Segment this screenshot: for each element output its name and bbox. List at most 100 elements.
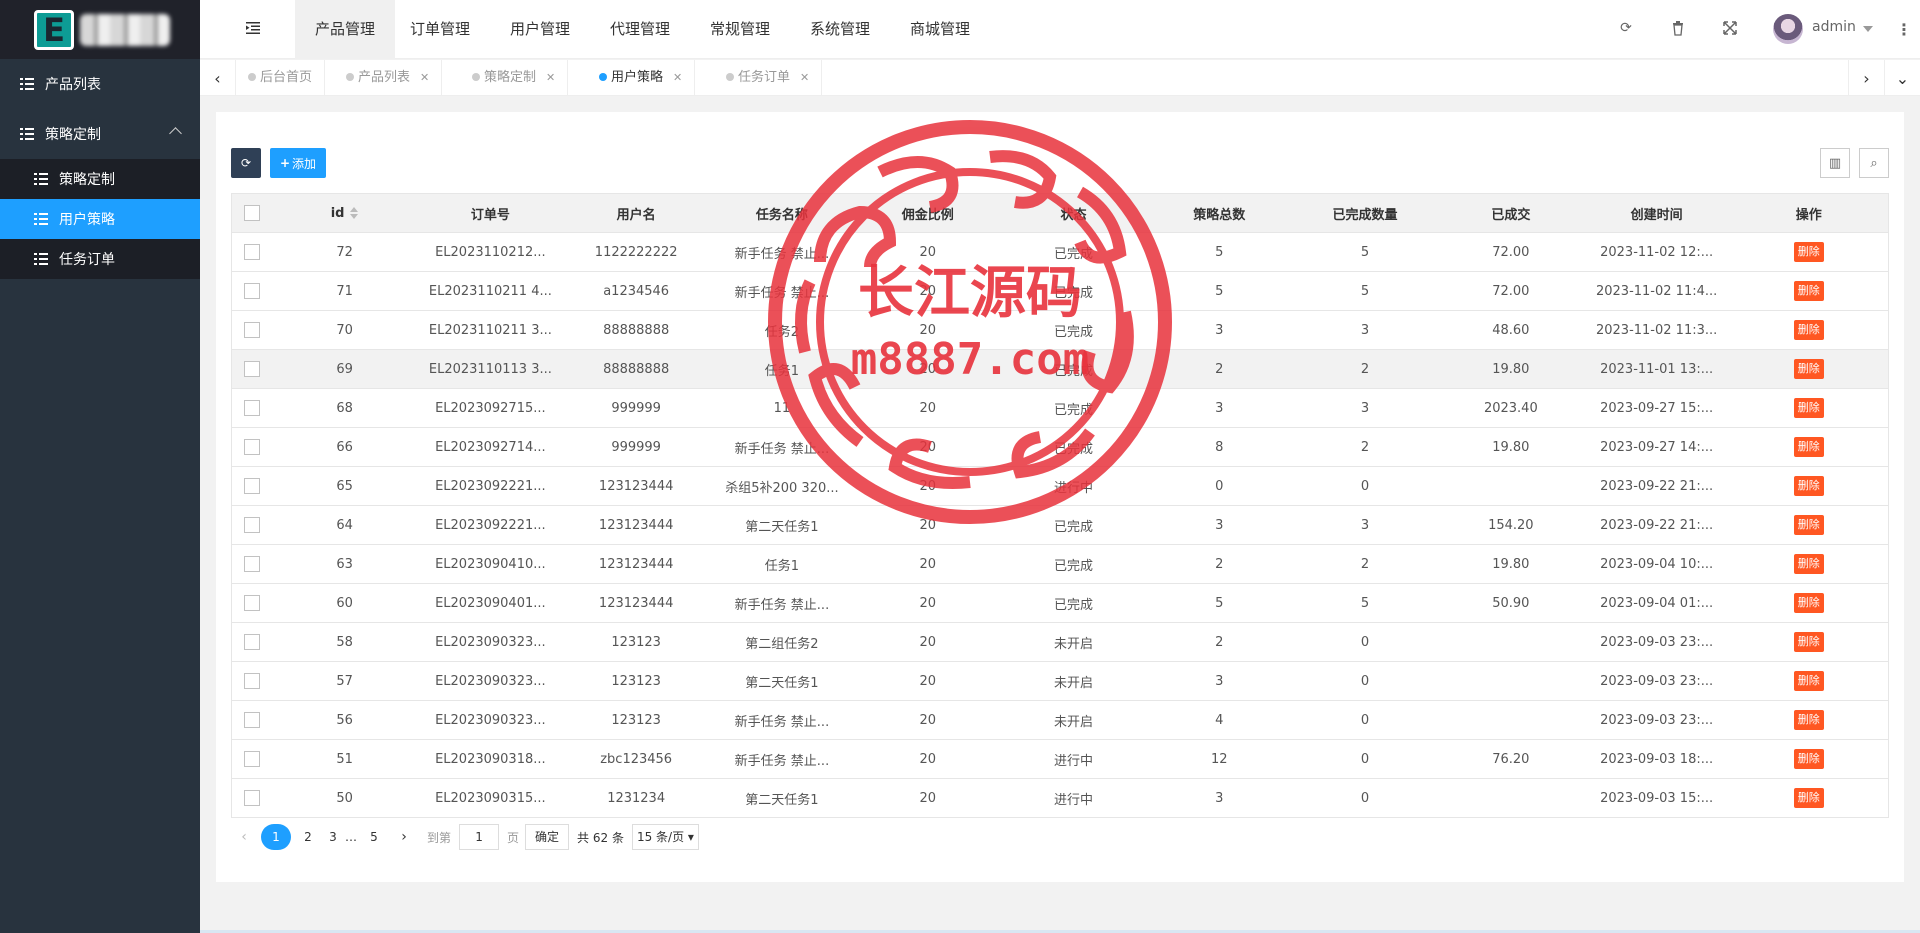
tab-home[interactable]: 后台首页	[236, 60, 326, 96]
select-all-checkbox[interactable]	[243, 205, 260, 221]
row-checkbox[interactable]	[243, 322, 260, 338]
top-menu-users[interactable]: 用户管理	[490, 0, 590, 59]
more-vertical-icon[interactable]: ⋮	[1896, 20, 1912, 39]
row-checkbox[interactable]	[243, 361, 260, 377]
row-select-cell[interactable]	[230, 466, 272, 506]
table-row[interactable]: 50 EL2023090315... 1231234 第二天任务1 20 进行中 3 0 202…	[230, 778, 1889, 818]
row-select-cell[interactable]	[230, 349, 272, 389]
row-select-cell[interactable]	[230, 271, 272, 311]
tab-strategy[interactable]: 策略定制 ✕	[460, 60, 569, 96]
tab-product-list[interactable]: 产品列表 ✕	[334, 60, 443, 96]
column-header-id[interactable]: id	[271, 193, 418, 233]
close-icon[interactable]: ✕	[800, 71, 809, 84]
table-row[interactable]: 71 EL2023110211 4... a1234546 新手任务 禁止... 20 已…	[230, 271, 1889, 311]
sidebar-subitem-strategy-custom[interactable]: 策略定制	[0, 159, 200, 199]
row-checkbox[interactable]	[243, 400, 260, 416]
avatar[interactable]	[1773, 14, 1803, 44]
tab-scroll-right-icon[interactable]: ›	[1848, 60, 1884, 96]
columns-button[interactable]: ▥	[1820, 148, 1850, 178]
trash-icon[interactable]	[1670, 20, 1686, 36]
close-icon[interactable]: ✕	[546, 71, 555, 84]
refresh-icon[interactable]: ⟳	[1618, 20, 1634, 36]
row-select-cell[interactable]	[230, 544, 272, 584]
table-row[interactable]: 63 EL2023090410... 123123444 任务1 20 已完成 2 2 19.8…	[230, 544, 1889, 584]
tab-scroll-left-icon[interactable]: ‹	[200, 60, 236, 96]
row-checkbox[interactable]	[243, 790, 260, 806]
sort-icon[interactable]	[350, 207, 359, 219]
delete-button[interactable]: 删除	[1793, 398, 1824, 418]
row-select-cell[interactable]	[230, 583, 272, 623]
row-select-cell[interactable]	[230, 427, 272, 467]
row-select-cell[interactable]	[230, 622, 272, 662]
fullscreen-icon[interactable]	[1722, 20, 1738, 36]
page-button[interactable]: 2	[295, 824, 321, 850]
row-checkbox[interactable]	[243, 244, 260, 260]
row-select-cell[interactable]	[230, 739, 272, 779]
table-row[interactable]: 66 EL2023092714... 999999 新手任务 禁止... 20 已完成 8 2…	[230, 427, 1889, 467]
admin-username[interactable]: admin	[1812, 19, 1856, 35]
row-select-cell[interactable]	[230, 700, 272, 740]
row-checkbox[interactable]	[243, 439, 260, 455]
close-icon[interactable]: ✕	[420, 71, 429, 84]
delete-button[interactable]: 删除	[1793, 788, 1824, 808]
table-row[interactable]: 58 EL2023090323... 123123 第二组任务2 20 未开启 2 0 2023…	[230, 622, 1889, 662]
delete-button[interactable]: 删除	[1793, 632, 1824, 652]
top-menu-orders[interactable]: 订单管理	[390, 0, 490, 59]
top-menu-product[interactable]: 产品管理	[295, 0, 396, 59]
menu-fold-icon[interactable]	[246, 22, 260, 34]
delete-button[interactable]: 删除	[1793, 554, 1824, 574]
tab-user-strategy[interactable]: 用户策略 ✕	[587, 60, 696, 96]
table-row[interactable]: 68 EL2023092715... 999999 11 20 已完成 3 3 2023.40 2…	[230, 388, 1889, 428]
search-button[interactable]: ⌕	[1859, 148, 1889, 178]
delete-button[interactable]: 删除	[1793, 476, 1824, 496]
row-checkbox[interactable]	[243, 556, 260, 572]
top-menu-mall[interactable]: 商城管理	[890, 0, 990, 59]
prev-page-icon[interactable]: ‹	[231, 824, 257, 850]
tab-task-orders[interactable]: 任务订单 ✕	[714, 60, 823, 96]
row-checkbox[interactable]	[243, 712, 260, 728]
delete-button[interactable]: 删除	[1793, 437, 1824, 457]
row-select-cell[interactable]	[230, 232, 272, 272]
row-select-cell[interactable]	[230, 661, 272, 701]
table-row[interactable]: 51 EL2023090318... zbc123456 新手任务 禁止... 20 进行…	[230, 739, 1889, 779]
row-checkbox[interactable]	[243, 673, 260, 689]
close-icon[interactable]: ✕	[673, 71, 682, 84]
table-row[interactable]: 72 EL2023110212... 1122222222 新手任务 禁止... 20 已…	[230, 232, 1889, 272]
top-menu-agents[interactable]: 代理管理	[590, 0, 690, 59]
row-select-cell[interactable]	[230, 388, 272, 428]
table-row[interactable]: 56 EL2023090323... 123123 新手任务 禁止... 20 未开启 4 0…	[230, 700, 1889, 740]
row-checkbox[interactable]	[243, 283, 260, 299]
caret-down-icon[interactable]	[1863, 26, 1873, 32]
select-all-cell[interactable]	[230, 193, 272, 233]
row-checkbox[interactable]	[243, 478, 260, 494]
page-button[interactable]: 1	[261, 824, 291, 850]
row-checkbox[interactable]	[243, 751, 260, 767]
row-select-cell[interactable]	[230, 310, 272, 350]
delete-button[interactable]: 删除	[1793, 359, 1824, 379]
sidebar-subitem-task-orders[interactable]: 任务订单	[0, 239, 200, 279]
goto-confirm-button[interactable]: 确定	[525, 824, 570, 850]
row-select-cell[interactable]	[230, 778, 272, 818]
row-checkbox[interactable]	[243, 517, 260, 533]
delete-button[interactable]: 删除	[1793, 320, 1824, 340]
delete-button[interactable]: 删除	[1793, 671, 1824, 691]
top-menu-system[interactable]: 系统管理	[790, 0, 890, 59]
sidebar-item-strategy[interactable]: 策略定制	[0, 109, 200, 159]
row-checkbox[interactable]	[243, 595, 260, 611]
table-row[interactable]: 64 EL2023092221... 123123444 第二天任务1 20 已完成 3 3 1…	[230, 505, 1889, 545]
delete-button[interactable]: 删除	[1793, 515, 1824, 535]
delete-button[interactable]: 删除	[1793, 281, 1824, 301]
table-row[interactable]: 60 EL2023090401... 123123444 新手任务 禁止... 20 已完…	[230, 583, 1889, 623]
refresh-button[interactable]: ⟳	[231, 148, 261, 178]
row-select-cell[interactable]	[230, 505, 272, 545]
table-row[interactable]: 69 EL2023110113 3... 88888888 任务1 20 已完成 2 2 19.…	[230, 349, 1889, 389]
top-menu-general[interactable]: 常规管理	[690, 0, 790, 59]
table-row[interactable]: 57 EL2023090323... 123123 第二天任务1 20 未开启 3 0 2023…	[230, 661, 1889, 701]
page-button[interactable]: 5	[361, 824, 387, 850]
row-checkbox[interactable]	[243, 634, 260, 650]
delete-button[interactable]: 删除	[1793, 710, 1824, 730]
next-page-icon[interactable]: ›	[391, 824, 417, 850]
page-button[interactable]: 3	[325, 824, 341, 850]
sidebar-item-product-list[interactable]: 产品列表	[0, 59, 200, 109]
sidebar-subitem-user-strategy[interactable]: 用户策略	[0, 199, 200, 239]
